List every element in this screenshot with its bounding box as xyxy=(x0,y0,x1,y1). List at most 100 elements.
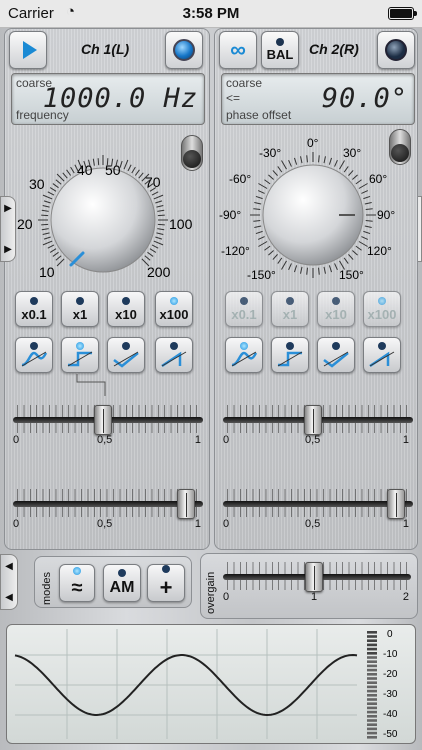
dial-label: 0° xyxy=(307,136,319,150)
channel-1-panel: Ch 1(L) coarse 1000.0 Hz frequency 10 20… xyxy=(4,28,210,550)
toggle-nub xyxy=(183,150,201,168)
button-label: x10 xyxy=(325,306,347,322)
multiplier-x100-button[interactable]: x100 xyxy=(155,291,193,327)
multiplier-x100-button[interactable]: x100 xyxy=(363,291,401,327)
play-icon xyxy=(23,41,37,59)
multiplier-x1-button[interactable]: x1 xyxy=(61,291,99,327)
overgain-label: overgain xyxy=(205,571,217,614)
sawtooth-wave-icon xyxy=(161,351,187,368)
ch2-volume-slider[interactable]: 0 0,5 1 xyxy=(219,485,417,531)
multiplier-x0.1-button[interactable]: x0.1 xyxy=(15,291,53,327)
am-label: AM xyxy=(109,579,135,596)
ch2-fine-toggle[interactable] xyxy=(389,129,411,165)
ch2-duty-slider[interactable]: 0 0,5 1 xyxy=(219,401,417,447)
dial-label: 30° xyxy=(343,146,361,160)
scale-label: 1 xyxy=(194,518,201,530)
multiplier-x10-button[interactable]: x10 xyxy=(317,291,355,327)
button-label: x1 xyxy=(72,306,88,322)
waveform-sine-button[interactable] xyxy=(15,337,53,373)
balance-button[interactable]: BAL xyxy=(261,31,299,69)
play-button[interactable] xyxy=(9,31,47,69)
display-mode-label: phase offset xyxy=(226,108,292,122)
slider-track xyxy=(13,501,203,507)
overgain-panel: overgain 0 1 2 xyxy=(200,553,418,619)
dial-label: 150° xyxy=(339,268,364,282)
led-indicator xyxy=(286,342,294,350)
phase-display[interactable]: coarse <= 90.0° phase offset xyxy=(221,73,415,125)
slider-thumb[interactable] xyxy=(93,405,112,435)
scale-label: 0,5 xyxy=(305,518,321,530)
toggle-nub xyxy=(391,144,409,162)
ch2-record-button[interactable] xyxy=(377,31,415,69)
dial-label: 200 xyxy=(147,264,171,280)
led-indicator xyxy=(276,38,284,46)
button-label: x0.1 xyxy=(231,306,257,322)
meter-scale-label: 0 xyxy=(387,629,393,640)
waveform-triangle-button[interactable] xyxy=(317,337,355,373)
meter-scale-label: -30 xyxy=(383,689,398,700)
led-indicator xyxy=(73,566,81,575)
dial-label: -120° xyxy=(221,244,250,258)
waveform-square-button[interactable] xyxy=(61,337,99,373)
sine-wave-icon xyxy=(21,351,48,367)
mode-add-button[interactable]: + xyxy=(147,564,185,602)
dial-label: 40 xyxy=(77,162,93,178)
slider-thumb[interactable] xyxy=(303,405,322,435)
waveform-triangle-button[interactable] xyxy=(107,337,145,373)
dial-label: 90° xyxy=(377,208,395,222)
dial-label: -60° xyxy=(229,172,251,186)
wifi-icon: ◔ xyxy=(66,3,76,20)
ch1-fine-toggle[interactable] xyxy=(181,135,203,171)
slider-thumb[interactable] xyxy=(177,489,196,519)
mode-page-arrows[interactable]: ◀ ◀ xyxy=(0,554,18,610)
display-mode-label: frequency xyxy=(16,108,69,122)
channel-2-title: Ch 2(R) xyxy=(309,41,359,57)
led-indicator xyxy=(378,342,386,350)
dial-label: 120° xyxy=(367,244,392,258)
status-bar: Carrier ◔ 3:58 PM xyxy=(0,0,422,28)
waveform-sine-button[interactable] xyxy=(225,337,263,373)
scale-label: 0,5 xyxy=(97,518,113,530)
display-direction-label: <= xyxy=(226,91,241,105)
link-icon: ∞ xyxy=(230,37,246,62)
sawtooth-wave-icon xyxy=(369,351,395,368)
connector-line xyxy=(76,374,106,396)
led-indicator xyxy=(170,296,178,305)
led-indicator xyxy=(30,296,38,305)
mode-am-button[interactable]: AM xyxy=(103,564,141,602)
button-label: x0.1 xyxy=(21,306,47,322)
square-wave-icon xyxy=(277,351,303,367)
scale-label: 1 xyxy=(194,434,201,446)
led-indicator xyxy=(170,342,178,350)
button-label: x100 xyxy=(159,306,189,322)
left-page-arrows[interactable]: ▶ ▶ xyxy=(0,196,16,262)
scale-label: 1 xyxy=(311,591,318,603)
waveform-sawtooth-button[interactable] xyxy=(363,337,401,373)
ch1-duty-slider[interactable]: 0 0,5 1 xyxy=(9,401,207,447)
dial-label: 20 xyxy=(17,216,33,232)
overgain-slider[interactable]: 0 1 2 xyxy=(219,558,415,604)
multiplier-x1-button[interactable]: x1 xyxy=(271,291,309,327)
waveform-square-button[interactable] xyxy=(271,337,309,373)
balance-label: BAL xyxy=(266,47,294,62)
scale-label: 0,5 xyxy=(97,434,113,446)
triangle-wave-icon xyxy=(323,351,349,368)
led-indicator xyxy=(240,342,248,350)
multiplier-x10-button[interactable]: x10 xyxy=(107,291,145,327)
slider-thumb[interactable] xyxy=(304,562,323,592)
display-coarse-label: coarse xyxy=(226,76,263,90)
multiplier-x0.1-button[interactable]: x0.1 xyxy=(225,291,263,327)
slider-thumb[interactable] xyxy=(387,489,406,519)
ch1-volume-slider[interactable]: 0 0,5 1 xyxy=(9,485,207,531)
ch1-record-button[interactable] xyxy=(165,31,203,69)
oscilloscope-display: 0 -10 -20 -30 -40 -50 xyxy=(6,624,416,744)
dial-label: -30° xyxy=(259,146,281,160)
modes-panel: modes ≈ AM + xyxy=(34,556,192,608)
link-channels-button[interactable]: ∞ xyxy=(219,31,257,69)
frequency-display[interactable]: coarse 1000.0 Hz frequency xyxy=(11,73,205,125)
waveform-sawtooth-button[interactable] xyxy=(155,337,193,373)
channel-2-panel: ∞ BAL Ch 2(R) coarse <= 90.0° phase offs… xyxy=(214,28,418,550)
mode-noise-button[interactable]: ≈ xyxy=(59,564,95,602)
dial-label: 60° xyxy=(369,172,387,186)
scale-label: 0 xyxy=(223,434,230,446)
